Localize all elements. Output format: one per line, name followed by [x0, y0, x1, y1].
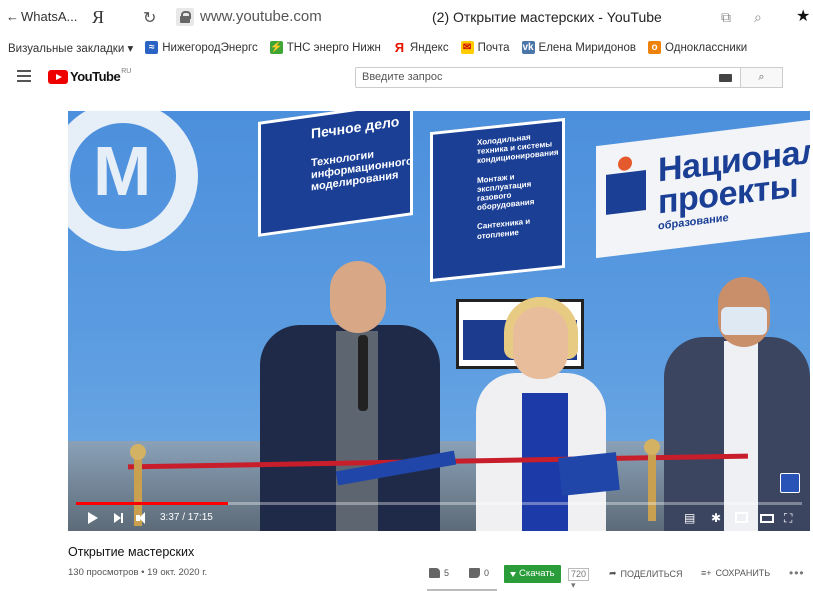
folder: [558, 452, 620, 496]
miniplayer-icon[interactable]: [735, 512, 748, 523]
bookmark-label: ТНС энерго Нижн: [286, 41, 381, 54]
bookmark-label: Почта: [477, 41, 510, 54]
bookmark-ok[interactable]: о Одноклассники: [648, 41, 747, 54]
next-icon[interactable]: [114, 513, 123, 523]
yandex-y-icon[interactable]: Я: [92, 7, 104, 28]
search-placeholder: Введите запрос: [362, 71, 443, 83]
bookmark-label: Визуальные закладки ▾: [8, 42, 134, 55]
mail-icon: ✉: [460, 41, 474, 54]
back-label: WhatsA...: [21, 9, 78, 24]
vk-icon: vk: [521, 41, 535, 54]
playlist-add-icon: ≡+: [701, 568, 712, 578]
youtube-logo[interactable]: YouTube RU: [48, 68, 132, 84]
sign-text: Монтаж и эксплуатация газового оборудова…: [477, 171, 535, 213]
browser-toolbar: ← WhatsA... Я ↻ www.youtube.com (2) Откр…: [0, 0, 813, 36]
bookmark-visual[interactable]: Визуальные закладки ▾: [8, 41, 133, 55]
menu-icon[interactable]: [17, 70, 31, 82]
like-count: 5: [444, 568, 450, 578]
star-icon[interactable]: ★: [796, 6, 810, 26]
share-icon: ➦: [609, 568, 617, 578]
video-player[interactable]: M Печное дело Технологии информационного…: [68, 111, 810, 531]
address-bar[interactable]: www.youtube.com: [200, 8, 322, 25]
bookmark-label: Яндекс: [409, 41, 449, 54]
thumbs-up-icon: [429, 568, 440, 578]
bookmark-label: Елена Миридонов: [538, 41, 637, 54]
back-arrow-icon: ←: [6, 9, 19, 24]
wall-logo-letter: M: [93, 132, 152, 210]
search-input[interactable]: Введите запрос: [355, 67, 741, 88]
bookmark-nn-energy[interactable]: ≈ НижегородЭнергс: [145, 41, 258, 54]
more-icon[interactable]: •••: [789, 566, 805, 580]
bookmark-label: Одноклассники: [665, 41, 748, 54]
download-button[interactable]: Скачать: [504, 565, 561, 583]
download-icon: [510, 571, 516, 577]
sign-middle: Холодильная техника и системы кондициони…: [430, 117, 565, 283]
search-button[interactable]: ⌕: [741, 67, 783, 88]
reload-icon[interactable]: ↻: [143, 8, 156, 28]
microphone: [358, 335, 368, 411]
tns-icon: ⚡: [269, 41, 283, 54]
video-meta: 130 просмотров • 19 окт. 2020 г.: [68, 567, 208, 578]
sign-text: Печное дело: [311, 113, 400, 142]
youtube-region: RU: [121, 68, 132, 75]
like-button[interactable]: 5: [429, 568, 449, 578]
settings-icon[interactable]: ✱: [711, 511, 721, 525]
video-title: Открытие мастерских: [68, 545, 195, 559]
sign-text: Технологии информационного моделирования: [311, 148, 413, 194]
dislike-button[interactable]: 0: [469, 568, 489, 578]
nn-energy-icon: ≈: [145, 41, 159, 54]
sign-text: Холодильная техника и системы кондициони…: [477, 132, 559, 166]
play-icon[interactable]: [88, 512, 98, 524]
tabs-icon[interactable]: ⧉: [721, 9, 731, 26]
player-controls: 3:37 / 17:15 ▤ ✱ ⛶: [68, 505, 810, 531]
woman-head: [513, 307, 568, 379]
volume-icon[interactable]: [136, 512, 150, 524]
lock-icon[interactable]: [176, 8, 194, 26]
face-mask: [721, 307, 767, 335]
keyboard-icon[interactable]: [719, 74, 732, 82]
sign-text: Сантехника и отопление: [477, 216, 531, 241]
page-title: (2) Открытие мастерских - YouTube: [432, 9, 662, 25]
sign-left: Печное дело Технологии информационного м…: [258, 111, 413, 237]
search-icon[interactable]: ⌕: [754, 9, 762, 26]
speaker-man-head: [330, 261, 386, 333]
yandex-icon: Я: [394, 40, 405, 55]
share-label: ПОДЕЛИТЬСЯ: [620, 568, 683, 579]
bookmark-label: НижегородЭнергс: [162, 41, 258, 54]
subtitles-icon[interactable]: ▤: [684, 511, 695, 525]
magnifier-icon: ⌕: [758, 71, 765, 83]
speaker-man-shirt: [336, 331, 378, 531]
theater-mode-icon[interactable]: [760, 514, 774, 523]
ok-icon: о: [648, 41, 662, 54]
bookmarks-bar: Визуальные закладки ▾ ≈ НижегородЭнергс …: [0, 37, 813, 58]
bookmark-vk[interactable]: vk Елена Миридонов: [521, 41, 637, 54]
save-label: СОХРАНИТЬ: [715, 568, 771, 578]
download-label: Скачать: [519, 568, 555, 579]
channel-watermark[interactable]: [780, 473, 800, 493]
book-icon: [606, 169, 646, 215]
time-display: 3:37 / 17:15: [160, 512, 213, 523]
thumbs-down-icon: [469, 568, 480, 578]
dislike-count: 0: [484, 568, 490, 578]
save-button[interactable]: ≡+ СОХРАНИТЬ: [701, 568, 770, 578]
fullscreen-icon[interactable]: ⛶: [784, 511, 792, 525]
youtube-play-icon: [48, 69, 68, 84]
youtube-header: YouTube RU Введите запрос ⌕: [0, 60, 813, 94]
bookmark-mail[interactable]: ✉ Почта: [460, 41, 510, 54]
youtube-logo-text: YouTube: [70, 69, 121, 84]
back-button[interactable]: ← WhatsA...: [6, 9, 77, 24]
bookmark-tns[interactable]: ⚡ ТНС энерго Нижн: [269, 41, 381, 54]
bookmark-yandex[interactable]: Я Яндекс: [393, 41, 449, 54]
quality-select[interactable]: 720 ▾: [568, 568, 590, 590]
national-projects-text: Националь проекты образование: [658, 129, 810, 232]
share-button[interactable]: ➦ ПОДЕЛИТЬСЯ: [609, 568, 683, 579]
